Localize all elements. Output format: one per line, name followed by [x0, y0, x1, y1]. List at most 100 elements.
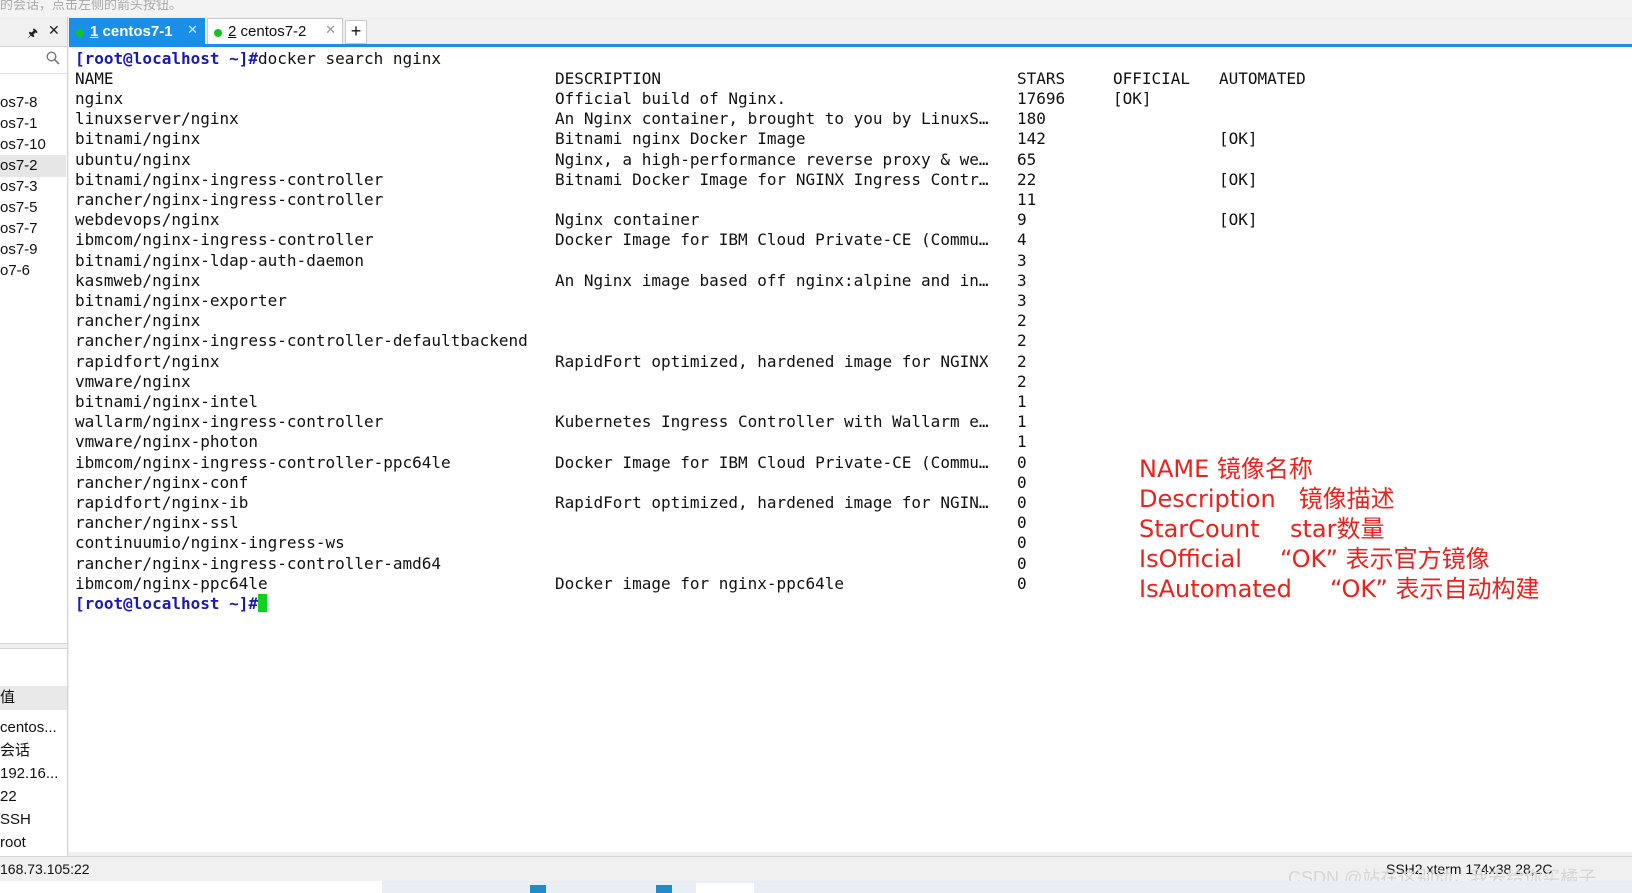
shell-prompt: [root@localhost ~]#	[75, 49, 259, 68]
panel-header: 🖈 ✕	[0, 17, 67, 47]
result-row: bitnami/nginx-ingress-controller Bitnami …	[75, 170, 1575, 190]
taskbar-search[interactable]	[0, 881, 382, 893]
header-name: NAME	[75, 69, 114, 88]
session-item[interactable]: os7-3	[0, 176, 66, 198]
result-row: ubuntu/nginx Nginx, a high-performance re…	[75, 150, 1575, 170]
result-name: continuumio/nginx-ingress-ws	[75, 533, 345, 553]
property-value: root	[0, 834, 26, 851]
terminal-output[interactable]: [root@localhost ~]#docker search nginx N…	[69, 47, 1632, 852]
connected-status-icon	[214, 29, 222, 37]
result-automated: [OK]	[1219, 210, 1258, 230]
property-value: 192.16...	[0, 765, 59, 782]
header-stars: STARS	[1017, 69, 1066, 88]
session-item[interactable]: os7-8	[0, 92, 66, 114]
result-description: Kubernetes Ingress Controller with Walla…	[555, 412, 989, 432]
table-header: NAME DESCRIPTION STARS OFFICIAL AUTOMATE…	[75, 69, 1575, 89]
session-item[interactable]: os7-1	[0, 113, 66, 135]
result-name: kasmweb/nginx	[75, 270, 201, 290]
result-description: Docker image for nginx-ppc64le	[555, 573, 844, 593]
result-stars: 11	[1017, 190, 1037, 209]
result-name: bitnami/nginx-exporter	[75, 291, 287, 310]
result-name: wallarm/nginx-ingress-controller	[75, 412, 384, 432]
result-stars: 0	[1017, 472, 1027, 492]
result-row: rancher/nginx-ingress-controller-default…	[75, 331, 1575, 351]
result-name: ibmcom/nginx-ingress-controller	[75, 230, 374, 250]
property-header: 值	[0, 686, 67, 710]
result-name: linuxserver/nginx	[75, 109, 239, 129]
session-item[interactable]: os7-5	[0, 197, 66, 219]
result-row: webdevops/nginx Nginx container 9 [OK]	[75, 210, 1575, 230]
annotation-note: Description 镜像描述	[1139, 485, 1395, 513]
result-automated: [OK]	[1219, 169, 1258, 189]
result-description: An Nginx image based off nginx:alpine an…	[555, 270, 989, 290]
result-name: ibmcom/nginx-ingress-controller-ppc64le	[75, 452, 451, 472]
result-description: RapidFort optimized, hardened image for …	[555, 493, 989, 512]
header-description: DESCRIPTION	[555, 69, 661, 88]
result-stars: 2	[1017, 371, 1027, 391]
result-name: ibmcom/nginx-ppc64le	[75, 573, 268, 593]
property-value: 22	[0, 788, 17, 805]
session-item[interactable]: os7-7	[0, 218, 66, 240]
taskbar-app-icon[interactable]	[530, 885, 546, 893]
result-name: rancher/nginx-ingress-controller	[75, 190, 384, 209]
result-description: An Nginx container, brought to you by Li…	[555, 109, 989, 129]
result-row: bitnami/nginx-exporter 3	[75, 291, 1575, 311]
status-host: 168.73.105:22	[0, 861, 90, 877]
result-stars: 1	[1017, 392, 1027, 411]
terminal-cursor	[258, 594, 268, 612]
result-name: rancher/nginx-ingress-controller-default…	[75, 331, 528, 351]
new-tab-button[interactable]: +	[345, 20, 367, 44]
search-icon[interactable]	[46, 51, 60, 65]
result-description: Nginx container	[555, 210, 700, 230]
session-item[interactable]: o7-6	[0, 260, 66, 282]
tab-label: centos7-1	[98, 23, 173, 40]
tab-centos7-1[interactable]: 1 centos7-1 ✕	[69, 18, 205, 47]
result-name: rancher/nginx-ingress-controller-amd64	[75, 553, 442, 573]
result-stars: 3	[1017, 291, 1027, 310]
result-name: rancher/nginx	[75, 311, 201, 331]
result-description: Nginx, a high-performance reverse proxy …	[555, 149, 989, 169]
result-name: bitnami/nginx-intel	[75, 392, 259, 411]
pin-icon[interactable]: 🖈	[27, 24, 38, 45]
result-stars: 0	[1017, 533, 1027, 553]
result-name: rancher/nginx-ssl	[75, 513, 239, 533]
result-row: rancher/nginx-ingress-controller 11	[75, 190, 1575, 210]
close-icon[interactable]: ✕	[48, 22, 60, 39]
taskbar-app-icon[interactable]	[656, 885, 672, 893]
header-official: OFFICIAL	[1113, 69, 1191, 88]
annotation-note: IsOfficial “OK” 表示官方镜像	[1139, 545, 1490, 573]
result-name: bitnami/nginx-ingress-controller	[75, 169, 384, 189]
header-automated: AUTOMATED	[1219, 69, 1306, 88]
result-stars: 180	[1017, 109, 1046, 129]
result-name: rapidfort/nginx	[75, 351, 220, 371]
result-stars: 0	[1017, 553, 1027, 573]
result-stars: 0	[1017, 513, 1027, 533]
session-item[interactable]: os7-10	[0, 134, 66, 156]
property-value: centos...	[0, 719, 57, 736]
result-description: Bitnami nginx Docker Image	[555, 129, 806, 149]
panel-divider[interactable]	[0, 643, 67, 649]
result-name: bitnami/nginx-ldap-auth-daemon	[75, 250, 364, 270]
result-stars: 65	[1017, 149, 1037, 169]
result-description: RapidFort optimized, hardened image for …	[555, 351, 989, 371]
result-name: ubuntu/nginx	[75, 149, 191, 169]
annotation-note: StarCount star数量	[1139, 515, 1385, 543]
result-stars: 2	[1017, 331, 1027, 351]
result-row: bitnami/nginx-ldap-auth-daemon 3	[75, 251, 1575, 271]
tab-close-icon[interactable]: ✕	[325, 22, 336, 38]
taskbar-app-icon[interactable]	[696, 883, 754, 893]
session-search-input[interactable]	[0, 48, 67, 74]
result-description: Docker Image for IBM Cloud Private-CE (C…	[555, 230, 989, 250]
result-name: vmware/nginx-photon	[75, 432, 259, 452]
result-row: linuxserver/nginx An Nginx container, bro…	[75, 109, 1575, 129]
session-item[interactable]: os7-9	[0, 239, 66, 261]
result-automated: [OK]	[1219, 129, 1258, 149]
result-name: vmware/nginx	[75, 371, 191, 391]
result-row: rapidfort/nginx RapidFort optimized, hard…	[75, 352, 1575, 372]
command-line: [root@localhost ~]#docker search nginx	[75, 49, 441, 69]
result-stars: 0	[1017, 493, 1027, 512]
tab-close-icon[interactable]: ✕	[187, 22, 198, 38]
session-item[interactable]: os7-2	[0, 155, 66, 177]
result-row: vmware/nginx-photon 1	[75, 432, 1575, 452]
tab-centos7-2[interactable]: 2 centos7-2 ✕	[207, 18, 343, 45]
